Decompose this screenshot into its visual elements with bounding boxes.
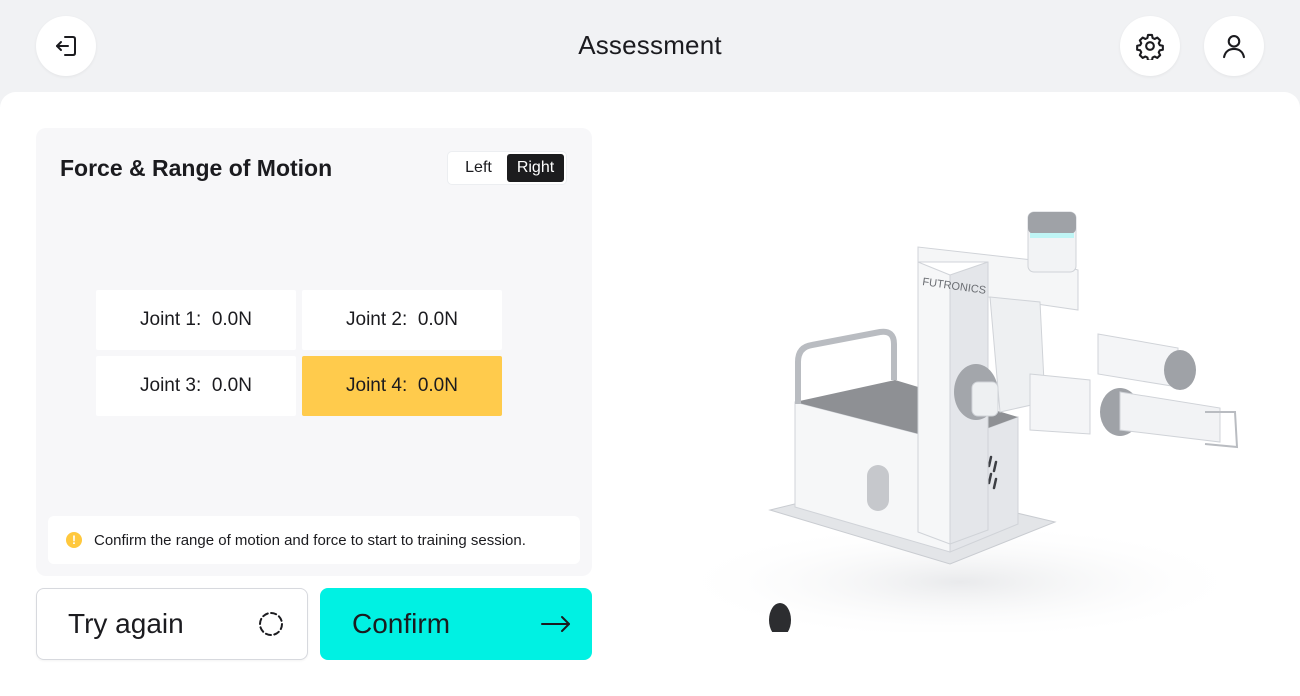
confirm-label: Confirm — [352, 608, 451, 639]
page-title: Assessment — [578, 30, 722, 60]
try-again-button[interactable]: Try again — [36, 588, 308, 660]
settings-button[interactable] — [1120, 16, 1180, 76]
profile-button[interactable] — [1204, 16, 1264, 76]
robot-device-image: FUTRONICS — [700, 211, 1250, 632]
info-icon: ! — [66, 532, 82, 548]
user-icon — [1223, 35, 1245, 59]
loading-icon — [259, 612, 283, 636]
side-option-right[interactable]: Right — [507, 154, 564, 182]
header: Assessment — [0, 0, 1300, 92]
notice-text: Confirm the range of motion and force to… — [94, 531, 526, 549]
joint-4-cell[interactable]: Joint 4: 0.0N — [302, 356, 502, 416]
notice-banner: ! Confirm the range of motion and force … — [48, 516, 580, 564]
confirm-button[interactable]: Confirm — [320, 588, 592, 660]
try-again-label: Try again — [68, 608, 184, 639]
joint-grid: Joint 1: 0.0N Joint 2: 0.0N Joint 3: 0.0… — [96, 290, 502, 416]
assessment-panel: Force & Range of Motion Left Right Joint… — [36, 128, 592, 576]
joint-1-cell[interactable]: Joint 1: 0.0N — [96, 290, 296, 350]
arrow-right-icon — [541, 616, 570, 632]
side-toggle: Left Right — [448, 152, 566, 184]
joint-3-cell[interactable]: Joint 3: 0.0N — [96, 356, 296, 416]
main-content: Force & Range of Motion Left Right Joint… — [0, 92, 1300, 696]
joint-2-cell[interactable]: Joint 2: 0.0N — [302, 290, 502, 350]
gear-icon — [1136, 33, 1164, 60]
side-option-left[interactable]: Left — [450, 154, 507, 182]
panel-title: Force & Range of Motion — [60, 155, 333, 181]
